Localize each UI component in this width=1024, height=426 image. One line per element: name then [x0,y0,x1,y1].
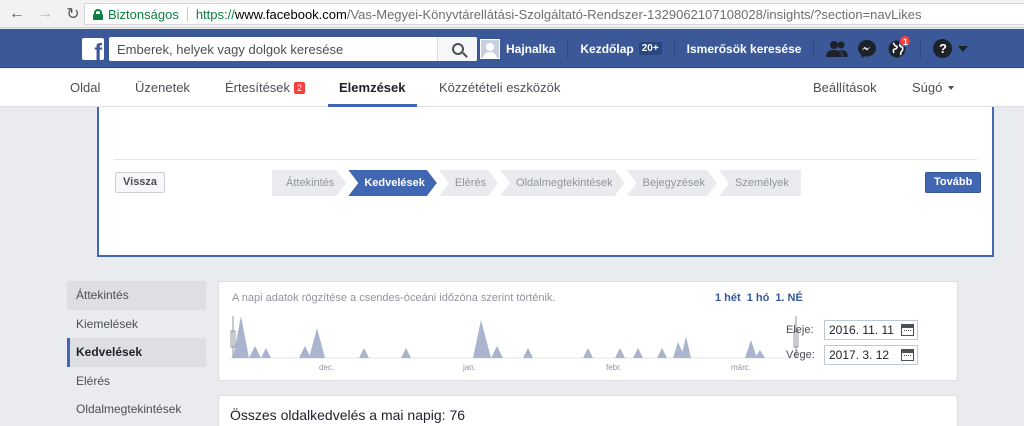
search-box [109,37,477,61]
globe-notifications-icon[interactable]: 1 [885,34,912,61]
tour-step-reach[interactable]: Elérés [439,170,498,196]
find-friends-link[interactable]: Ismerősök keresése [687,42,802,56]
search-button[interactable] [437,37,477,61]
account-menu-caret-icon[interactable] [958,45,969,52]
url-protocol: https:// [195,6,235,22]
lock-icon [93,8,103,20]
profile-link[interactable]: Hajnalka [506,42,555,56]
end-date-row: Vége: 2017. 3. 12 [786,345,918,365]
avatar[interactable] [480,38,500,59]
date-range-card: A napi adatok rögzítése a csendes-óceáni… [218,281,958,381]
range-selector: 1 hét 1 hó 1. NÉ [715,292,803,304]
browser-toolbar: ← → ↻ Biztonságos https:// www.facebook.… [0,0,1024,28]
search-input[interactable] [109,38,437,60]
home-count-badge: 20+ [638,42,662,55]
back-button[interactable]: Vissza [115,172,166,193]
tab-insights[interactable]: Elemzések [328,69,417,107]
messenger-icon[interactable] [855,37,879,61]
month-label-mar: márc. [731,363,751,372]
sidebar-item-highlights[interactable]: Kiemelések [67,310,206,339]
range-1-month[interactable]: 1 hó [747,292,770,304]
secure-label: Biztonságos [108,6,179,22]
next-button[interactable]: Tovább [925,172,982,193]
tour-step-page-views[interactable]: Oldalmegtekintések [500,170,625,196]
reload-icon[interactable]: ↻ [62,3,84,25]
tab-publishing-tools[interactable]: Közzétételi eszközök [439,69,560,107]
calendar-icon[interactable] [901,349,914,361]
tour-steps: Áttekintés Kedvelések Elérés Oldalmegtek… [272,170,803,196]
facebook-logo-icon[interactable]: f [82,38,104,60]
timezone-note: A napi adatok rögzítése a csendes-óceáni… [232,292,556,304]
search-icon [451,43,464,55]
range-1-week[interactable]: 1 hét [715,292,741,304]
total-likes-card: Összes oldalkedvelés a mai napig: 76 [218,395,958,426]
help-icon[interactable]: ? [933,39,953,58]
insights-sidebar: Áttekintés Kiemelések Kedvelések Elérés … [67,281,206,424]
end-date-label: Vége: [786,349,815,361]
facebook-top-bar: f Hajnalka Kezdőlap 20+ Ismerősök keresé… [0,29,1024,68]
sidebar-item-likes[interactable]: Kedvelések [67,338,206,367]
sidebar-item-page-views[interactable]: Oldalmegtekintések [67,395,206,424]
tour-step-likes[interactable]: Kedvelések [348,170,437,196]
address-bar[interactable]: Biztonságos https:// www.facebook.com /V… [84,3,1024,25]
end-date-field[interactable]: 2017. 3. 12 [824,345,918,365]
month-label-feb: febr. [606,363,622,372]
tab-page[interactable]: Oldal [70,69,100,107]
back-arrow-icon[interactable]: ← [6,3,28,25]
start-date-field[interactable]: 2016. 11. 11 [824,320,918,340]
start-date-label: Eleje: [786,324,814,336]
tab-settings[interactable]: Beállítások [813,69,877,107]
url-host: www.facebook.com [234,6,347,22]
sidebar-item-overview[interactable]: Áttekintés [67,281,206,310]
tour-step-people[interactable]: Személyek [719,170,801,196]
home-link[interactable]: Kezdőlap [580,42,633,56]
tour-step-overview[interactable]: Áttekintés [272,170,346,196]
likes-sparkline[interactable]: dec. jan. febr. márc. [229,316,804,374]
total-likes-text: Összes oldalkedvelés a mai napig: 76 [230,407,466,423]
notifications-badge: 1 [899,34,912,47]
tab-messages[interactable]: Üzenetek [135,69,190,107]
forward-arrow-icon[interactable]: → [34,3,56,25]
friend-requests-icon[interactable] [825,37,849,61]
page-nav: Oldal Üzenetek Értesítések 2 Elemzések Kö… [0,69,1024,107]
tour-step-posts[interactable]: Bejegyzések [627,170,717,196]
tab-help[interactable]: Súgó [912,69,955,107]
sidebar-item-reach[interactable]: Elérés [67,367,206,396]
url-path: /Vas-Megyei-Könyvtárellátási-Szolgáltató… [346,6,922,22]
month-label-jan: jan. [462,363,476,372]
calendar-icon[interactable] [901,324,914,336]
chevron-down-icon [948,86,955,90]
start-date-row: Eleje: 2016. 11. 11 [786,320,918,340]
notifications-count-badge: 2 [294,82,306,94]
tab-notifications[interactable]: Értesítések 2 [225,69,306,107]
insights-tour-panel: Vissza Áttekintés Kedvelések Elérés Olda… [97,107,994,257]
range-quarter[interactable]: 1. NÉ [775,292,803,304]
sparkline-area [233,316,765,358]
month-label-dec: dec. [319,363,334,372]
